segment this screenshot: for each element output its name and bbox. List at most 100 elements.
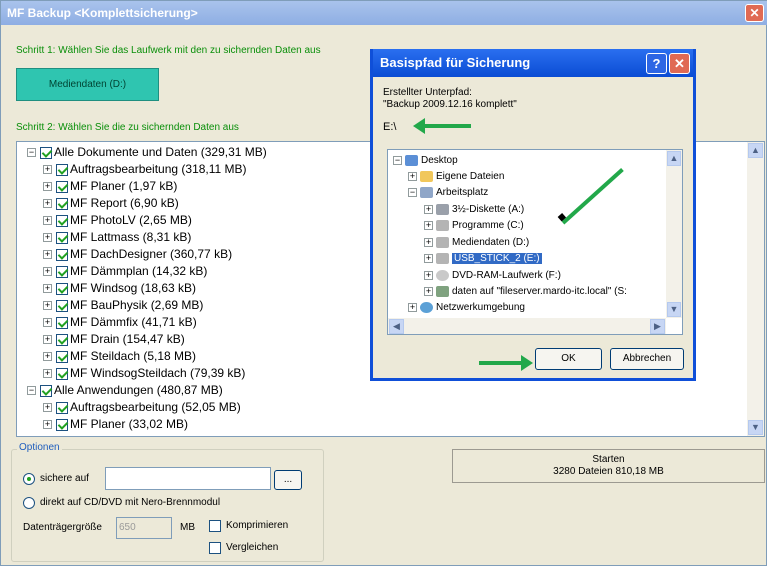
scroll-down-icon[interactable]: ▼: [667, 302, 681, 317]
tree-node[interactable]: − Alle Anwendungen (480,87 MB): [27, 382, 223, 399]
tree-node[interactable]: + MF Dämmfix (41,71 kB): [43, 314, 197, 331]
collapse-icon[interactable]: −: [393, 155, 402, 165]
compare-checkbox[interactable]: [209, 542, 221, 554]
expand-icon[interactable]: +: [424, 220, 433, 230]
tree-node[interactable]: + MF WindsogSteildach (79,39 kB): [43, 365, 245, 382]
collapse-icon[interactable]: −: [27, 148, 36, 158]
scroll-up-icon[interactable]: ▲: [748, 143, 763, 158]
expand-icon[interactable]: +: [43, 216, 52, 226]
checkbox[interactable]: [56, 350, 68, 363]
expand-icon[interactable]: +: [424, 253, 433, 263]
step2-label: Schritt 2: Wählen Sie die zu sichernden …: [16, 122, 239, 133]
folder-node[interactable]: − Desktop: [393, 153, 458, 168]
tree-node[interactable]: + MF Lattmass (8,31 kB): [43, 229, 191, 246]
drive-select-button[interactable]: Mediendaten (D:): [16, 68, 159, 101]
expand-icon[interactable]: +: [43, 335, 52, 345]
expand-icon[interactable]: +: [424, 286, 433, 296]
target-path-input[interactable]: [105, 467, 271, 490]
expand-icon[interactable]: +: [408, 171, 417, 181]
tree-node[interactable]: + MF Steildach (5,18 MB): [43, 348, 196, 365]
browse-button[interactable]: ...: [274, 470, 302, 490]
tree-node[interactable]: − Alle Dokumente und Daten (329,31 MB): [27, 144, 267, 161]
subpath-label: Erstellter Unterpfad:: [383, 87, 472, 98]
tree-node[interactable]: + Auftragsbearbeitung (52,05 MB): [43, 399, 241, 416]
checkbox[interactable]: [56, 333, 68, 346]
checkbox[interactable]: [56, 367, 68, 380]
checkbox[interactable]: [56, 316, 68, 329]
usb-drive-icon: [436, 252, 449, 264]
checkbox[interactable]: [40, 384, 52, 397]
checkbox[interactable]: [56, 214, 68, 227]
expand-icon[interactable]: +: [43, 267, 52, 277]
cancel-button[interactable]: Abbrechen: [610, 348, 684, 370]
tree-node[interactable]: + MF BauPhysik (2,69 MB): [43, 297, 203, 314]
expand-icon[interactable]: +: [43, 352, 52, 362]
checkbox[interactable]: [56, 180, 68, 193]
folder-node[interactable]: + daten auf "fileserver.mardo-itc.local" …: [424, 284, 627, 299]
expand-icon[interactable]: +: [43, 403, 52, 413]
help-icon[interactable]: ?: [646, 53, 667, 74]
expand-icon[interactable]: +: [43, 165, 52, 175]
folder-node[interactable]: + Mediendaten (D:): [424, 235, 529, 250]
expand-icon[interactable]: +: [424, 237, 433, 247]
ok-button[interactable]: OK: [535, 348, 602, 370]
expand-icon[interactable]: +: [408, 302, 417, 312]
checkbox[interactable]: [56, 299, 68, 312]
expand-icon[interactable]: +: [43, 250, 52, 260]
scroll-left-icon[interactable]: ◀: [389, 319, 404, 334]
scroll-right-icon[interactable]: ▶: [650, 319, 665, 334]
collapse-icon[interactable]: −: [408, 187, 417, 197]
checkbox[interactable]: [40, 146, 52, 159]
checkbox[interactable]: [56, 197, 68, 210]
tree-node[interactable]: + MF PhotoLV (2,65 MB): [43, 212, 192, 229]
checkbox[interactable]: [56, 282, 68, 295]
checkbox[interactable]: [56, 231, 68, 244]
collapse-icon[interactable]: −: [27, 386, 36, 396]
checkbox[interactable]: [56, 265, 68, 278]
tree-node-label: Alle Dokumente und Daten (329,31 MB): [54, 145, 267, 159]
folder-tree[interactable]: − Desktop + Eigene Dateien − Arbeitsplatz +…: [387, 149, 683, 335]
scroll-up-icon[interactable]: ▲: [667, 151, 681, 166]
tree-node[interactable]: + MF Windsog (18,63 kB): [43, 280, 196, 297]
close-icon[interactable]: ✕: [745, 4, 764, 22]
tree-node[interactable]: + MF Dämmplan (14,32 kB): [43, 263, 207, 280]
checkbox[interactable]: [56, 418, 68, 431]
radio-save-to[interactable]: [23, 473, 35, 485]
folder-node[interactable]: + Netzwerkumgebung: [408, 300, 525, 315]
expand-icon[interactable]: +: [424, 204, 433, 214]
tree-node[interactable]: + MF Drain (154,47 kB): [43, 331, 185, 348]
tree-node[interactable]: + MF DachDesigner (360,77 kB): [43, 246, 232, 263]
folder-hscrollbar[interactable]: ◀ ▶: [388, 318, 666, 334]
expand-icon[interactable]: +: [43, 318, 52, 328]
dialog-close-icon[interactable]: ✕: [669, 53, 690, 74]
tree-node[interactable]: + MF Report (6,90 kB): [43, 195, 179, 212]
start-button[interactable]: Starten 3280 Dateien 810,18 MB: [452, 449, 765, 483]
expand-icon[interactable]: +: [424, 270, 433, 280]
folder-node[interactable]: − Arbeitsplatz: [408, 185, 488, 200]
folder-node[interactable]: + Eigene Dateien: [408, 169, 504, 184]
tree-node[interactable]: + MF Planer (1,97 kB): [43, 178, 177, 195]
folder-node-selected[interactable]: + USB_STICK_2 (E:): [424, 251, 542, 266]
expand-icon[interactable]: +: [43, 369, 52, 379]
folder-node[interactable]: +3½-Diskette (A:): [424, 202, 524, 217]
expand-icon[interactable]: +: [43, 420, 52, 430]
expand-icon[interactable]: +: [43, 182, 52, 192]
folder-vscrollbar[interactable]: ▲ ▼: [666, 150, 682, 318]
compress-checkbox[interactable]: [209, 520, 221, 532]
checkbox[interactable]: [56, 401, 68, 414]
radio-burn-dvd[interactable]: [23, 497, 35, 509]
expand-icon[interactable]: +: [43, 233, 52, 243]
expand-icon[interactable]: +: [43, 199, 52, 209]
tree-node-label: MF Dämmfix (41,71 kB): [70, 315, 197, 329]
tree-node[interactable]: + MF Planer (33,02 MB): [43, 416, 188, 433]
expand-icon[interactable]: +: [43, 284, 52, 294]
tree-scrollbar[interactable]: ▲ ▼: [747, 142, 764, 436]
checkbox[interactable]: [56, 163, 68, 176]
checkbox[interactable]: [56, 248, 68, 261]
folder-node[interactable]: + Programme (C:): [424, 218, 524, 233]
media-size-field[interactable]: 650: [116, 517, 172, 539]
folder-node[interactable]: + DVD-RAM-Laufwerk (F:): [424, 268, 561, 283]
scroll-down-icon[interactable]: ▼: [748, 420, 763, 435]
tree-node[interactable]: + Auftragsbearbeitung (318,11 MB): [43, 161, 247, 178]
expand-icon[interactable]: +: [43, 301, 52, 311]
